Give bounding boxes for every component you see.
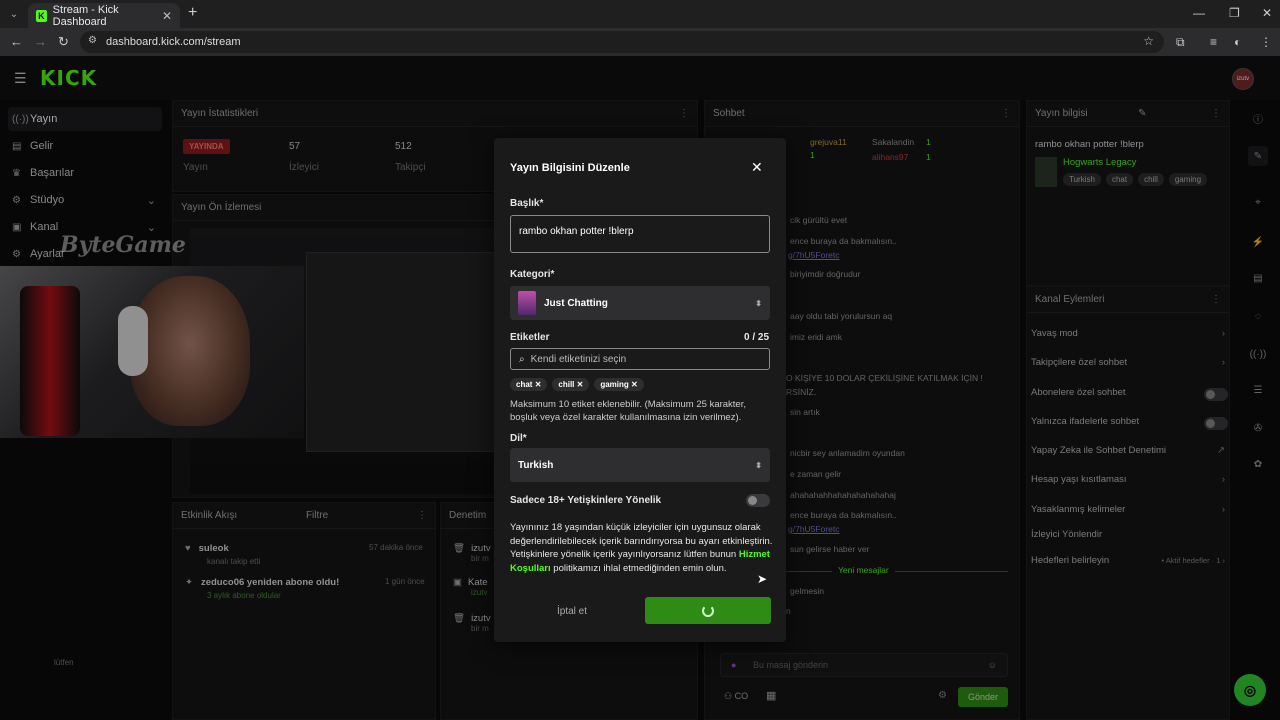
- back-icon[interactable]: ←: [10, 34, 23, 49]
- tag-chip-gaming[interactable]: gaming ✕: [594, 378, 644, 391]
- browser-tab-strip: ⌄ K Stream - Kick Dashboard ✕ + — ❐ ✕: [0, 0, 1280, 28]
- selected-tags: chat ✕ chill ✕ gaming ✕: [510, 378, 644, 391]
- category-label: Kategori*: [510, 269, 555, 280]
- search-icon: ⌕: [519, 353, 525, 365]
- select-arrows-icon: ⬍: [755, 298, 762, 308]
- mouse-cursor-icon: ➤: [757, 572, 768, 586]
- tags-label: Etiketler: [510, 332, 550, 343]
- kick-dashboard: ☰ KICK izutv ((·)) Yayın ▤ Gelir ♛ Başarıla…: [0, 56, 1280, 720]
- minimize-icon[interactable]: —: [1193, 6, 1205, 20]
- tags-help-text: Maksimum 10 etiket eklenebilir. (Maksimu…: [510, 399, 746, 423]
- category-select[interactable]: Just Chatting ⬍: [510, 286, 770, 320]
- remove-tag-icon[interactable]: ✕: [577, 380, 584, 389]
- tag-label: chill: [558, 380, 575, 389]
- language-label: Dil*: [510, 433, 527, 444]
- url-text: dashboard.kick.com/stream: [106, 36, 241, 48]
- window-close-icon[interactable]: ✕: [1262, 6, 1272, 20]
- tags-count: 0 / 25: [744, 332, 770, 343]
- save-button[interactable]: [645, 597, 771, 624]
- category-value: Just Chatting: [544, 297, 608, 309]
- adult-content-label: Sadece 18+ Yetişkinlere Yönelik: [510, 495, 662, 506]
- adult-content-toggle[interactable]: [746, 494, 770, 507]
- profile-icon[interactable]: ◐: [1234, 35, 1241, 49]
- media-icon[interactable]: ≡: [1210, 35, 1217, 49]
- category-thumbnail: [518, 291, 536, 315]
- remove-tag-icon[interactable]: ✕: [535, 380, 542, 389]
- browser-tab[interactable]: K Stream - Kick Dashboard ✕: [28, 3, 180, 28]
- title-label: Başlık*: [510, 198, 544, 209]
- remove-tag-icon[interactable]: ✕: [631, 380, 638, 389]
- warning-part-1: Yayınınız 18 yaşından küçük izleyiciler …: [510, 522, 773, 560]
- modal-title: Yayın Bilgisini Düzenle: [510, 162, 630, 174]
- select-arrows-icon: ⬍: [755, 460, 762, 470]
- tag-label: gaming: [600, 380, 629, 389]
- forward-icon[interactable]: →: [34, 34, 47, 49]
- language-select[interactable]: Turkish ⬍: [510, 448, 770, 482]
- tab-close-icon[interactable]: ✕: [162, 9, 172, 23]
- maximize-icon[interactable]: ❐: [1229, 6, 1240, 20]
- browser-toolbar: ← → ↻ ⚙ dashboard.kick.com/stream ☆ ⧉ ≡ …: [0, 28, 1280, 56]
- site-info-icon[interactable]: ⚙: [88, 35, 97, 46]
- adult-warning-text: Yayınınız 18 yaşından küçük izleyiciler …: [510, 521, 774, 575]
- extensions-icon[interactable]: ⧉: [1176, 35, 1185, 50]
- new-tab-button[interactable]: +: [188, 4, 197, 22]
- tag-chip-chill[interactable]: chill ✕: [552, 378, 590, 391]
- loading-spinner-icon: [702, 604, 714, 617]
- browser-menu-icon[interactable]: ⋮: [1260, 35, 1272, 49]
- close-icon[interactable]: ✕: [751, 159, 763, 176]
- cancel-button[interactable]: İptal et: [510, 598, 634, 624]
- language-value: Turkish: [518, 459, 554, 471]
- tab-search-icon[interactable]: ⌄: [6, 6, 22, 22]
- edit-stream-info-modal: Yayın Bilgisini Düzenle ✕ Başlık* rambo …: [494, 138, 786, 642]
- tag-search-input[interactable]: ⌕ Kendi etiketinizi seçin: [510, 348, 770, 370]
- tab-title: Stream - Kick Dashboard: [52, 3, 119, 28]
- title-input[interactable]: rambo okhan potter !blerp: [510, 215, 770, 253]
- tag-label: chat: [516, 380, 533, 389]
- tag-chip-chat[interactable]: chat ✕: [510, 378, 548, 391]
- bookmark-star-icon[interactable]: ☆: [1143, 34, 1154, 48]
- address-bar[interactable]: ⚙ dashboard.kick.com/stream ☆: [80, 31, 1164, 53]
- kick-favicon-icon: K: [36, 9, 47, 22]
- warning-part-2: politikamızı ihlal etmediğinden emin olu…: [550, 562, 727, 574]
- reload-icon[interactable]: ↻: [58, 34, 69, 50]
- tag-search-placeholder: Kendi etiketinizi seçin: [530, 353, 627, 365]
